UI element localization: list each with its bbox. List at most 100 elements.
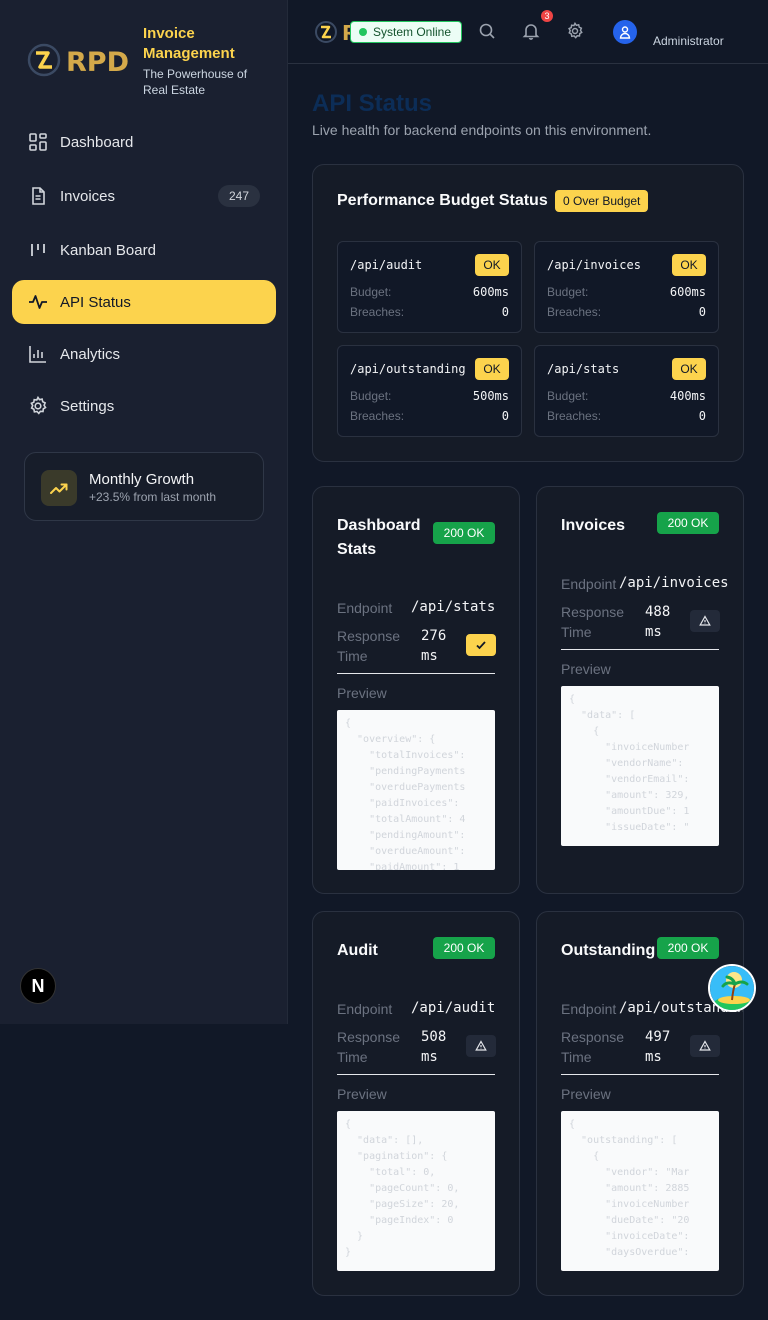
invoice-count-badge: 247 — [218, 185, 260, 207]
bar-chart-icon — [29, 346, 46, 363]
app-title: Invoice Management — [143, 25, 235, 62]
bell-icon[interactable] — [522, 22, 540, 40]
endpoint-label: Endpoint — [337, 1001, 393, 1017]
breaches-value: 0 — [501, 409, 509, 423]
file-icon — [32, 187, 45, 205]
endpoint-path: /api/invoices — [619, 575, 729, 591]
sidebar-item-dashboard[interactable]: Dashboard — [12, 120, 276, 164]
user-avatar[interactable] — [613, 20, 637, 44]
budget-label: Budget: — [350, 285, 392, 299]
page-subtitle: Live health for backend endpoints on thi… — [312, 122, 652, 138]
budget-ok-badge: OK — [475, 358, 509, 380]
budget-endpoint: /api/stats — [547, 362, 620, 376]
budget-item: /api/invoices OK Budget: 600ms Breaches:… — [534, 241, 719, 333]
budget-ok-badge: OK — [672, 254, 706, 276]
brand[interactable]: RPD Invoice Management The Powerhouse of… — [24, 24, 274, 97]
gear-icon[interactable] — [566, 22, 584, 40]
endpoint-path: /api/stats — [411, 599, 496, 615]
island-avatar-button[interactable] — [708, 964, 756, 1012]
sidebar: RPD Invoice Management The Powerhouse of… — [0, 0, 288, 1024]
sidebar-item-invoices[interactable]: Invoices 247 — [12, 174, 276, 218]
json-preview[interactable]: { "data": [ { "invoiceNumber "vendorName… — [561, 686, 719, 846]
performance-budget-card: Performance Budget Status 0 Over Budget … — [312, 164, 744, 462]
endpoint-title: Audit — [337, 942, 378, 959]
next-dev-badge[interactable]: N — [20, 968, 56, 1004]
preview-label: Preview — [337, 685, 387, 701]
user-name[interactable]: Administrator — [653, 34, 724, 48]
response-time-value: 488 ms — [645, 604, 671, 640]
divider — [561, 649, 719, 650]
growth-subtitle: +23.5% from last month — [89, 490, 217, 504]
sidebar-item-label: API Status — [60, 293, 131, 311]
budget-value: 400ms — [669, 389, 706, 403]
top-bar: RPD System Online 3 Administrator — [288, 0, 768, 64]
divider — [561, 1074, 719, 1075]
response-time-value: 508 ms — [421, 1029, 447, 1065]
warning-icon — [466, 1035, 496, 1057]
activity-icon — [29, 295, 47, 309]
endpoint-card-invoices: Invoices 200 OK Endpoint /api/invoices R… — [536, 486, 744, 894]
budget-endpoint: /api/invoices — [547, 258, 641, 272]
breaches-value: 0 — [698, 305, 706, 319]
endpoint-card-outstanding: Outstanding 200 OK Endpoint /api/outstan… — [536, 911, 744, 1296]
endpoint-label: Endpoint — [561, 576, 617, 592]
status-code-badge: 200 OK — [433, 522, 495, 544]
response-time-label: Response Time — [337, 1029, 401, 1065]
sidebar-item-settings[interactable]: Settings — [12, 384, 276, 428]
json-preview[interactable]: { "data": [], "pagination": { "total": 0… — [337, 1111, 495, 1271]
page-title: API Status — [312, 90, 433, 117]
sidebar-item-label: Analytics — [60, 345, 121, 363]
sidebar-item-label: Settings — [60, 397, 115, 415]
json-preview[interactable]: { "outstanding": [ { "vendor": "Mar "amo… — [561, 1111, 719, 1271]
breaches-value: 0 — [698, 409, 706, 423]
rpd-logo: RPD — [27, 43, 129, 78]
budget-item: /api/audit OK Budget: 600ms Breaches: 0 — [337, 241, 522, 333]
sidebar-item-api-status[interactable]: API Status — [12, 280, 276, 324]
response-time-value: 497 ms — [645, 1029, 671, 1065]
dashboard-icon — [29, 133, 47, 151]
budget-label: Budget: — [547, 285, 589, 299]
endpoint-label: Endpoint — [337, 600, 393, 616]
svg-text:RPD: RPD — [66, 47, 129, 78]
warning-icon — [690, 1035, 720, 1057]
budget-label: Budget: — [547, 389, 589, 403]
divider — [337, 673, 495, 674]
budget-title: Performance Budget Status — [337, 192, 548, 209]
preview-label: Preview — [337, 1086, 387, 1102]
preview-label: Preview — [561, 661, 611, 677]
notification-count-badge: 3 — [541, 10, 553, 22]
budget-label: Budget: — [350, 389, 392, 403]
preview-label: Preview — [561, 1086, 611, 1102]
endpoint-title: Invoices — [561, 517, 626, 534]
breaches-label: Breaches: — [547, 409, 602, 423]
sidebar-item-label: Invoices — [60, 187, 116, 205]
breaches-label: Breaches: — [350, 409, 405, 423]
response-time-value: 276 ms — [421, 628, 447, 664]
breaches-value: 0 — [501, 305, 509, 319]
endpoint-card-audit: Audit 200 OK Endpoint /api/audit Respons… — [312, 911, 520, 1296]
search-icon[interactable] — [478, 22, 496, 40]
budget-ok-badge: OK — [475, 254, 509, 276]
monthly-growth-card: Monthly Growth +23.5% from last month — [24, 452, 264, 521]
kanban-icon — [31, 244, 45, 256]
budget-item: /api/outstanding OK Budget: 500ms Breach… — [337, 345, 522, 437]
breaches-label: Breaches: — [350, 305, 405, 319]
sidebar-item-label: Dashboard — [60, 133, 134, 151]
sidebar-item-kanban-board[interactable]: Kanban Board — [12, 228, 276, 272]
json-preview[interactable]: { "overview": { "totalInvoices": "pendin… — [337, 710, 495, 870]
budget-value: 600ms — [472, 285, 509, 299]
endpoint-title: Outstanding — [561, 942, 656, 959]
system-status-badge: System Online — [350, 21, 463, 43]
budget-ok-badge: OK — [672, 358, 706, 380]
status-code-badge: 200 OK — [433, 937, 495, 959]
response-time-label: Response Time — [561, 1029, 625, 1065]
budget-value: 600ms — [669, 285, 706, 299]
sidebar-item-analytics[interactable]: Analytics — [12, 332, 276, 376]
island-icon — [710, 966, 754, 1010]
budget-item: /api/stats OK Budget: 400ms Breaches: 0 — [534, 345, 719, 437]
status-code-badge: 200 OK — [657, 937, 719, 959]
endpoint-path: /api/audit — [411, 1000, 496, 1016]
endpoint-label: Endpoint — [561, 1001, 617, 1017]
status-code-badge: 200 OK — [657, 512, 719, 534]
divider — [337, 1074, 495, 1075]
